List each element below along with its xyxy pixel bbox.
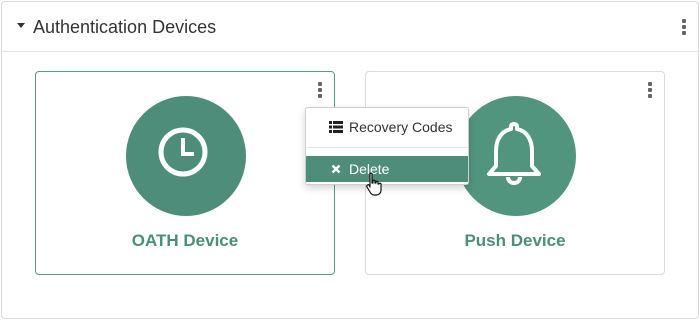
recovery-codes-menu-item[interactable]: Recovery Codes <box>306 114 468 140</box>
delete-menu-item[interactable]: Delete <box>306 156 468 182</box>
clock-icon <box>158 127 208 177</box>
device-context-menu: Recovery Codes Delete <box>305 107 469 185</box>
device-label: Push Device <box>464 231 566 250</box>
device-avatar <box>126 96 246 216</box>
oath-device-card[interactable]: OATH Device <box>35 71 335 275</box>
kebab-icon[interactable] <box>645 81 655 99</box>
kebab-icon[interactable] <box>679 18 689 36</box>
hand-pointer-icon <box>366 172 382 196</box>
close-icon <box>331 164 341 174</box>
menu-divider <box>306 147 468 148</box>
panel-header[interactable]: Authentication Devices <box>2 2 698 52</box>
kebab-icon[interactable] <box>315 81 325 99</box>
list-icon <box>329 121 343 133</box>
menu-item-label: Recovery Codes <box>349 119 453 135</box>
bell-icon <box>487 122 541 185</box>
device-avatar <box>456 96 576 216</box>
caret-down-icon[interactable] <box>17 23 25 28</box>
device-label: OATH Device <box>131 231 239 250</box>
panel-title: Authentication Devices <box>33 17 217 37</box>
